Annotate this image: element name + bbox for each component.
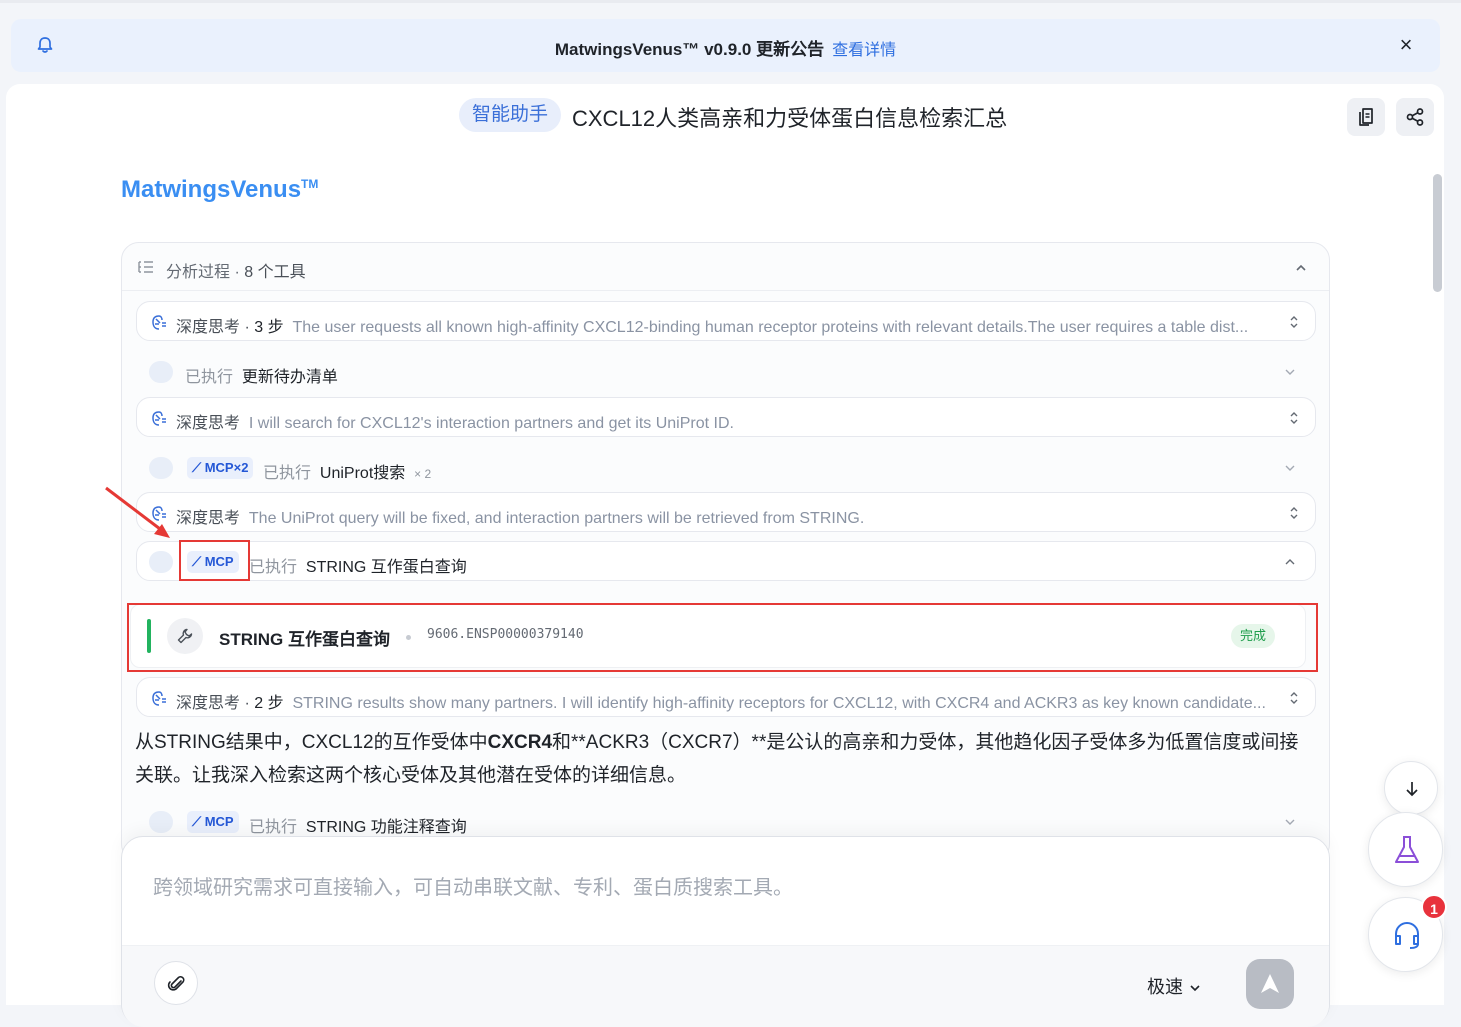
assistant-message: 从STRING结果中，CXCL12的互作受体中CXCR4和**ACKR3（CXC… [135,732,1299,786]
tool-name: STRING 功能注释查询 [305,819,467,836]
exec-row-string-interaction[interactable]: ⟋ MCP 已执行 STRING 互作蛋白查询 [136,541,1316,581]
tool-name: 更新待办清单 [241,369,338,386]
conversation-title: CXCL12人类高亲和力受体蛋白信息检索汇总 [572,106,1008,131]
share-button[interactable] [1396,98,1434,136]
document-icon [1359,108,1373,126]
chat-input-box: 跨领域研究需求可直接输入，可自动串联文献、专利、蛋白质搜索工具。 极速 [121,836,1330,1027]
list-tree-icon [138,261,153,273]
tool-name: STRING 互作蛋白查询 [305,559,467,576]
think-row[interactable]: 深度思考 · 2 步 STRING results show many part… [136,677,1316,717]
brand-logo: MatwingsVenusTM [121,176,319,203]
top-divider [0,0,1461,3]
expand-icon[interactable] [1287,411,1301,425]
arrow-down-icon [1406,782,1418,797]
expand-icon[interactable] [1287,691,1301,705]
chevron-down-icon [1190,985,1200,992]
send-button[interactable] [1246,959,1294,1009]
brain-icon [152,691,166,706]
tool-name: UniProt搜索 [319,465,406,482]
assistant-badge: 智能助手 [459,98,562,132]
think-summary: STRING results show many partners. I wil… [292,695,1266,712]
think-summary: The UniProt query will be fixed, and int… [248,510,865,527]
mcp-tag: ⟋ MCP×2 [187,457,254,479]
announcement-details-link[interactable]: 查看详情 [832,42,896,59]
scroll-down-button[interactable] [1384,761,1438,815]
analysis-label: 分析过程 · 8 个工具 [166,264,306,281]
announcement-text: MatwingsVenus™ v0.9.0 更新公告 查看详情 [11,35,1440,60]
scrollbar-thumb[interactable] [1433,174,1442,292]
flask-icon [1395,836,1419,863]
think-row[interactable]: 深度思考 The UniProt query will be fixed, an… [136,492,1316,532]
agent-avatar-icon [149,551,173,573]
brain-icon [152,411,166,426]
attach-button[interactable] [154,961,198,1005]
close-icon[interactable]: × [1396,34,1416,56]
chevron-up-icon[interactable] [1283,555,1297,569]
agent-avatar-icon [149,457,173,479]
announcement-bar: MatwingsVenus™ v0.9.0 更新公告 查看详情 × [11,19,1440,72]
analysis-header[interactable]: 分析过程 · 8 个工具 [122,243,1329,291]
brain-icon [152,315,166,330]
send-icon [1261,974,1279,993]
chat-input[interactable]: 跨领域研究需求可直接输入，可自动串联文献、专利、蛋白质搜索工具。 [153,871,793,900]
notification-badge: 1 [1421,894,1447,920]
chevron-down-icon[interactable] [1283,461,1297,475]
annotation-tool-card-highlight [127,603,1318,672]
lab-button[interactable] [1368,812,1443,887]
share-icon [1406,108,1424,126]
agent-avatar-icon [149,811,173,833]
headset-icon [1395,922,1419,949]
think-summary: I will search for CXCL12's interaction p… [248,415,734,432]
document-button[interactable] [1347,98,1385,136]
exec-row-todo[interactable]: 已执行 更新待办清单 [136,351,1316,391]
chevron-up-icon[interactable] [1294,261,1308,275]
chevron-down-icon[interactable] [1283,815,1297,829]
agent-avatar-icon [149,361,173,383]
mcp-tag: ⟋ MCP [187,811,239,833]
expand-icon[interactable] [1287,506,1301,520]
exec-row-string-function[interactable]: ⟋ MCP 已执行 STRING 功能注释查询 [136,801,1316,841]
speed-select[interactable]: 极速 [1147,973,1202,999]
exec-row-uniprot[interactable]: ⟋ MCP×2 已执行 UniProt搜索 × 2 [136,447,1316,487]
think-row[interactable]: 深度思考 I will search for CXCL12's interact… [136,397,1316,437]
paperclip-icon [167,976,185,991]
annotation-arrow-icon [105,486,170,538]
announcement-title: MatwingsVenus™ v0.9.0 更新公告 [554,40,825,59]
annotation-mcp-highlight [179,540,250,581]
think-row[interactable]: 深度思考 · 3 步 The user requests all known h… [136,301,1316,341]
chevron-down-icon[interactable] [1283,365,1297,379]
think-summary: The user requests all known high-affinit… [292,319,1249,336]
expand-icon[interactable] [1287,315,1301,329]
